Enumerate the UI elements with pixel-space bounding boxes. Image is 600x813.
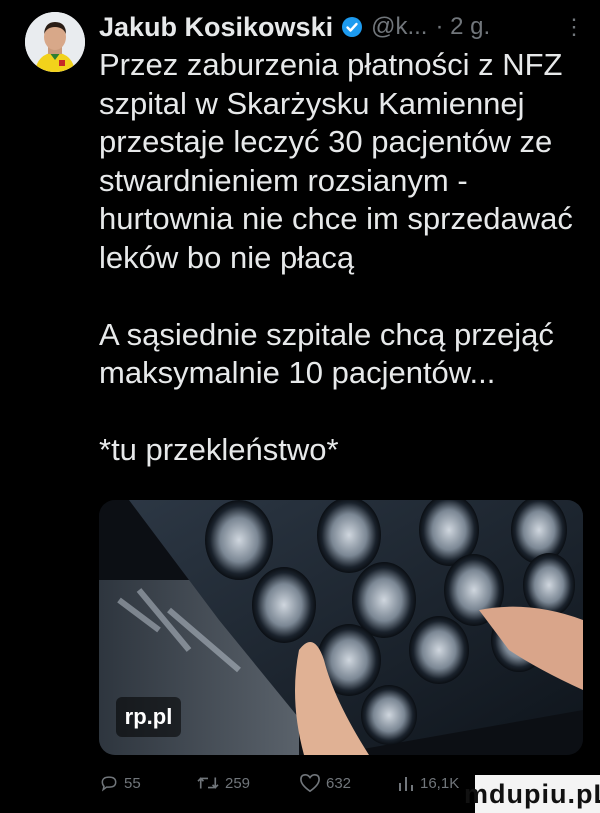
retweet-count: 259	[225, 774, 251, 792]
like-count: 632	[326, 774, 352, 792]
tweet-text: Przez zaburzenia płatności z NFZ szpital…	[99, 47, 573, 467]
more-options-icon[interactable]: ⋮	[563, 14, 585, 40]
like-button[interactable]: 632	[299, 773, 351, 793]
source-badge: rp.pl	[116, 697, 181, 737]
retweet-icon	[197, 777, 219, 789]
heart-icon	[300, 773, 320, 793]
views-button[interactable]: 16,1K	[397, 773, 459, 793]
reply-button[interactable]: 55	[99, 773, 141, 793]
tweet-timestamp[interactable]: · 2 g.	[435, 13, 490, 41]
tweet-media[interactable]: rp.pl	[99, 500, 583, 755]
views-icon	[399, 777, 413, 791]
avatar-image	[25, 12, 85, 72]
watermark: mdupiu.pL	[464, 775, 600, 813]
verified-badge-icon	[341, 16, 363, 38]
reply-icon	[101, 776, 117, 792]
author-handle[interactable]: @k...	[371, 13, 427, 41]
tweet-header: Jakub Kosikowski @k... · 2 g. ⋮	[99, 10, 589, 44]
views-count: 16,1K	[420, 774, 460, 792]
reply-count: 55	[124, 774, 141, 792]
retweet-button[interactable]: 259	[196, 773, 250, 793]
source-badge-label: rp.pl	[124, 704, 173, 729]
author-name[interactable]: Jakub Kosikowski	[99, 12, 333, 43]
author-avatar[interactable]	[25, 12, 85, 72]
